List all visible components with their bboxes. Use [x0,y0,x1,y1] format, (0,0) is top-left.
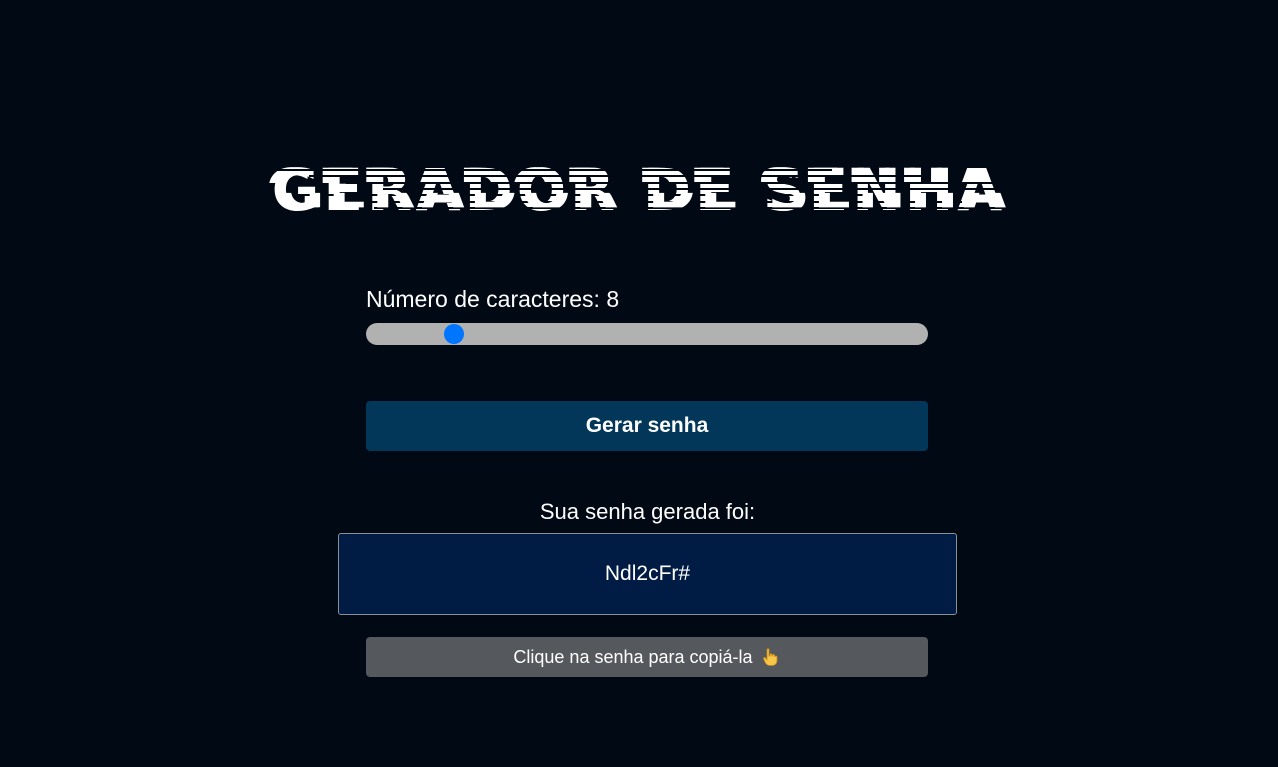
glitch-line [271,169,832,171]
page: GERADOR DE SENHA Número de caracteres: 8… [0,0,1278,767]
generated-password[interactable]: Ndl2cFr# [338,533,957,615]
glitch-line [382,188,1102,190]
glitch-line [290,213,1022,215]
glitch-line [308,175,922,177]
pointing-hand-icon [761,647,781,667]
glitch-line [373,207,1052,209]
length-slider[interactable] [366,323,928,345]
title-container: GERADOR DE SENHA [0,140,1278,240]
length-controls: Número de caracteres: 8 [366,283,928,345]
title-glitch-overlay [271,161,1102,219]
glitch-line [299,194,872,196]
result-label: Sua senha gerada foi: [539,499,756,524]
password-text[interactable]: Ndl2cFr# [605,562,690,586]
character-count-label: Número de caracteres: 8 [366,286,620,312]
generate-password-button[interactable]: Gerar senha [366,401,928,451]
page-title: GERADOR DE SENHA [271,161,1102,219]
glitch-line [336,201,962,203]
copy-hint: Clique na senha para copiá-la [366,637,928,677]
copy-hint-label: Clique na senha para copiá-la [513,646,753,667]
glitch-line [345,182,1012,184]
length-slider-thumb[interactable] [444,324,465,344]
